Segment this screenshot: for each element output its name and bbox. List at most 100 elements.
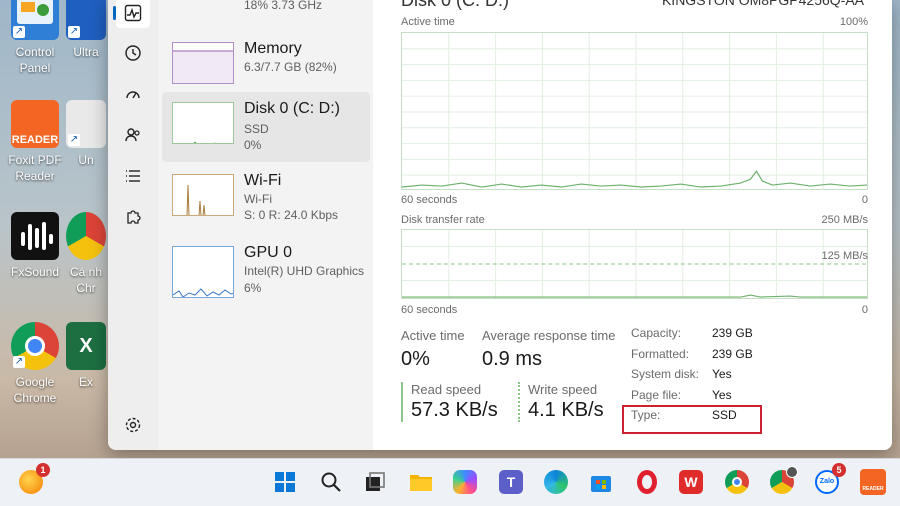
wifi-adapter: Wi-Fi [244, 192, 272, 206]
active-time-graph-title: Active time [401, 16, 455, 28]
chrome-button[interactable] [722, 467, 752, 497]
copilot-button[interactable] [450, 467, 480, 497]
chrome-icon: ↗ [11, 322, 59, 370]
zalo-badge: 5 [832, 463, 846, 477]
services-puzzle-icon [127, 210, 141, 224]
chrome-icon [725, 470, 749, 494]
wifi-thumbnail [172, 174, 234, 216]
memory-detail: 6.3/7.7 GB (82%) [244, 60, 337, 74]
prop-value: 239 GB [712, 346, 753, 361]
taskbar: 1 T W Zalo 5 READER [0, 458, 900, 506]
nav-performance[interactable] [113, 0, 150, 28]
write-speed-value: 4.1 KB/s [528, 399, 604, 421]
desktop-icon-chrome-profile[interactable]: Cá nh Chr [64, 212, 108, 296]
edge-button[interactable] [541, 467, 571, 497]
disk-type: SSD [244, 122, 269, 136]
gpu-usage: 6% [244, 281, 262, 295]
chrome-icon [66, 212, 106, 260]
read-speed-value: 57.3 KB/s [411, 399, 498, 421]
desktop-icon-label: Control Panel [15, 45, 55, 75]
disk-name: Disk 0 (C: D:) [244, 100, 340, 117]
folder-icon [410, 475, 432, 491]
foxit-reader-icon: READER [11, 100, 59, 148]
desktop-icon-excel[interactable]: X Ex [64, 322, 108, 390]
nav-startup-apps[interactable] [116, 80, 150, 110]
cpu-usage-cut: 18% 3.73 GHz [244, 0, 323, 12]
active-time-value: 0% [401, 348, 430, 370]
desktop-icon-ultra[interactable]: ↗ Ultra [64, 0, 108, 60]
write-speed-box: Write speed 4.1 KB/s [518, 382, 604, 422]
avg-response-value: 0.9 ms [482, 348, 543, 370]
desktop-icon-control-panel[interactable]: ↗ Control Panel [0, 0, 70, 76]
nav-rail [108, 0, 158, 450]
shortcut-arrow-icon: ↗ [68, 134, 80, 146]
search-button[interactable] [316, 467, 346, 497]
foxit-reader-icon: READER [860, 469, 886, 495]
opera-icon [637, 470, 657, 494]
fxsound-icon [11, 212, 59, 260]
disk-detail-panel: Disk 0 (C: D:) KINGSTON OM8PGP4256Q-AA A… [373, 0, 892, 450]
foxit-reader-button[interactable]: READER [858, 467, 888, 497]
edge-icon [544, 470, 568, 494]
desktop-icon-label: Ultra [73, 45, 99, 59]
shortcut-arrow-icon: ↗ [13, 356, 25, 368]
chrome-profile-button[interactable] [767, 466, 798, 497]
excel-icon: X [66, 322, 106, 370]
file-explorer-button[interactable] [406, 467, 436, 497]
perf-item-disk[interactable]: Disk 0 (C: D:) SSD 0% [162, 92, 370, 162]
startup-gauge-icon [126, 91, 140, 99]
widgets-button[interactable]: 1 [16, 463, 50, 497]
prop-row: System disk: Yes [631, 367, 753, 388]
teams-button[interactable]: T [496, 467, 526, 497]
desktop-icon-label: Google Chrome [13, 375, 57, 405]
transfer-graph-max: 250 MB/s [821, 214, 868, 226]
transfer-graph-title: Disk transfer rate [401, 214, 485, 226]
desktop-icon-foxit[interactable]: READER Foxit PDF Reader [0, 100, 70, 184]
details-list-icon [126, 170, 140, 182]
desktop-icon-label: Ex [78, 375, 93, 389]
perf-item-wifi[interactable]: Wi-Fi Wi-Fi S: 0 R: 24.0 Kbps [162, 164, 370, 234]
desktop-icon-google-chrome[interactable]: ↗ Google Chrome [0, 322, 70, 406]
chrome-profile-icon [770, 466, 798, 494]
perf-item-gpu[interactable]: GPU 0 Intel(R) UHD Graphics 6% [162, 236, 370, 306]
gear-icon [125, 417, 141, 433]
task-view-icon [366, 472, 385, 491]
type-highlight-box [622, 405, 762, 434]
memory-thumbnail [172, 42, 234, 84]
prop-key: Capacity: [631, 326, 682, 340]
wifi-name: Wi-Fi [244, 172, 282, 189]
desktop-icon-fxsound[interactable]: FxSound [0, 212, 70, 280]
desktop-icon-label: Un [78, 153, 94, 167]
history-icon [125, 45, 141, 61]
memory-name: Memory [244, 40, 302, 57]
prop-row: Formatted: 239 GB [631, 347, 753, 368]
task-view-button[interactable] [360, 467, 390, 497]
opera-button[interactable] [632, 467, 662, 497]
transfer-graph-min: 0 [861, 304, 868, 316]
prop-key: System disk: [631, 367, 700, 381]
notification-badge: 1 [36, 463, 50, 477]
disk-thumbnail [172, 102, 234, 144]
nav-users[interactable] [116, 120, 150, 150]
gpu-name: GPU 0 [244, 244, 293, 261]
gpu-thumbnail [172, 246, 234, 298]
desktop-icon-uninstall[interactable]: ↗ Un [64, 100, 108, 168]
transfer-graph-mid: 125 MB/s [821, 250, 868, 262]
shortcut-arrow-icon: ↗ [13, 26, 25, 38]
perf-item-cpu[interactable]: 18% 3.73 GHz [162, 0, 370, 14]
nav-app-history[interactable] [116, 38, 150, 68]
performance-icon [124, 4, 142, 22]
store-button[interactable] [586, 467, 616, 497]
read-speed-box: Read speed 57.3 KB/s [401, 382, 498, 422]
desktop-icon-label: Foxit PDF Reader [8, 153, 62, 183]
nav-details[interactable] [116, 161, 150, 191]
desktop-icon-label: FxSound [10, 265, 60, 279]
start-button[interactable] [270, 467, 300, 497]
zalo-button[interactable]: Zalo 5 [812, 463, 846, 497]
prop-key: Formatted: [631, 346, 690, 361]
active-time-graph-min: 0 [861, 194, 868, 206]
wps-button[interactable]: W [676, 467, 706, 497]
nav-settings[interactable] [116, 410, 150, 440]
shortcut-arrow-icon: ↗ [68, 26, 80, 38]
nav-services[interactable] [116, 202, 150, 232]
